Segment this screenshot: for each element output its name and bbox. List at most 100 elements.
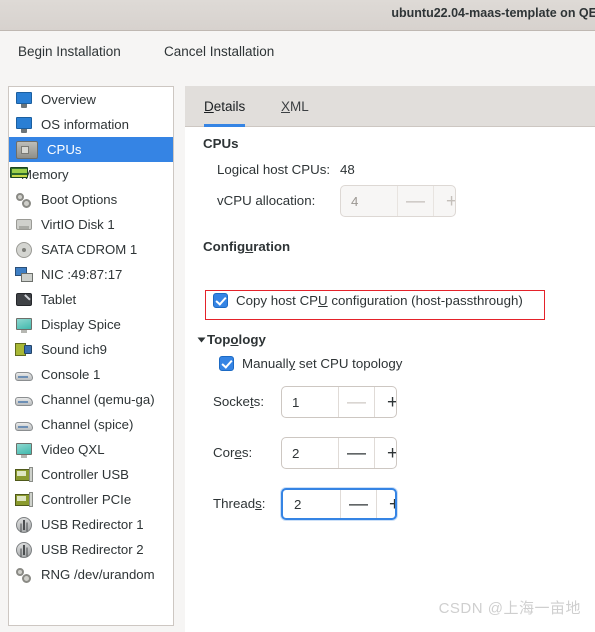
label-post: s: bbox=[253, 394, 265, 409]
sidebar-item-rng-dev-urandom[interactable]: RNG /dev/urandom bbox=[9, 562, 173, 587]
configuration-title-mnemonic: u bbox=[245, 239, 254, 254]
sidebar-item-sata-cdrom-1[interactable]: SATA CDROM 1 bbox=[9, 237, 173, 262]
sidebar-item-memory[interactable]: Memory bbox=[9, 162, 173, 187]
topology-row-label: Sockets: bbox=[213, 394, 264, 409]
topology-title-mnemonic: o bbox=[230, 332, 239, 347]
topology-decrement-button[interactable]: — bbox=[338, 438, 374, 468]
console-icon bbox=[14, 415, 34, 435]
sidebar-item-label: Video QXL bbox=[41, 442, 105, 457]
topology-stepper[interactable]: 1— + bbox=[281, 386, 397, 418]
sidebar-item-label: USB Redirector 1 bbox=[41, 517, 144, 532]
label-pre: Cor bbox=[213, 445, 235, 460]
sidebar-item-label: VirtIO Disk 1 bbox=[41, 217, 115, 232]
begin-installation-button[interactable]: Begin Installation bbox=[18, 44, 121, 59]
hard-disk-icon bbox=[14, 215, 34, 235]
sidebar-item-boot-options[interactable]: Boot Options bbox=[9, 187, 173, 212]
label-pre: Thread bbox=[213, 496, 256, 511]
cdrom-icon bbox=[14, 240, 34, 260]
hardware-sidebar[interactable]: Overview OS information CPUs Memory Boot Opt… bbox=[8, 86, 174, 626]
cpus-form: CPUs Logical host CPUs: 48 vCPU allocati… bbox=[185, 127, 595, 632]
copy-host-cpu-label-mnemonic: U bbox=[318, 293, 328, 308]
topology-value[interactable]: 2 bbox=[282, 438, 338, 468]
network-card-icon bbox=[14, 265, 34, 285]
configuration-title-post: ration bbox=[253, 239, 291, 254]
manual-topology-checkbox[interactable] bbox=[219, 356, 234, 371]
label-mnemonic: e bbox=[234, 445, 242, 460]
label-pre: Socke bbox=[213, 394, 250, 409]
topology-increment-button[interactable]: + bbox=[374, 387, 396, 417]
topology-increment-button[interactable]: + bbox=[376, 490, 395, 518]
card-bracket bbox=[29, 466, 33, 482]
sidebar-item-controller-pcie[interactable]: Controller PCIe bbox=[9, 487, 173, 512]
copy-host-cpu-checkbox[interactable] bbox=[213, 293, 228, 308]
topology-value[interactable]: 2 bbox=[283, 490, 340, 518]
usb-redirector-icon bbox=[14, 540, 34, 560]
vcpu-allocation-label: vCPU allocation: bbox=[217, 193, 316, 208]
console-icon bbox=[14, 390, 34, 410]
tab-details[interactable]: Details bbox=[204, 86, 246, 127]
topology-stepper[interactable]: 2—+ bbox=[281, 437, 397, 469]
gears-icon bbox=[14, 190, 34, 210]
vcpu-increment-button: + bbox=[433, 186, 455, 216]
topology-disclosure[interactable]: Topology bbox=[197, 332, 266, 347]
topology-increment-button[interactable]: + bbox=[374, 438, 396, 468]
copy-host-cpu-checkbox-row[interactable]: Copy host CPU configuration (host-passth… bbox=[213, 293, 523, 308]
topology-decrement-button: — bbox=[338, 387, 374, 417]
manual-topology-label-pre: Manuall bbox=[242, 356, 289, 371]
topology-value[interactable]: 1 bbox=[282, 387, 338, 417]
topology-stepper[interactable]: 2—+ bbox=[281, 488, 397, 520]
label-post: s: bbox=[241, 445, 253, 460]
gears-icon bbox=[14, 565, 34, 585]
sidebar-item-label: Sound ich9 bbox=[41, 342, 107, 357]
sidebar-item-label: Tablet bbox=[41, 292, 77, 307]
controller-card-icon bbox=[14, 465, 34, 485]
topology-title: Topology bbox=[207, 332, 266, 347]
logical-host-cpus-value: 48 bbox=[340, 162, 355, 177]
sidebar-item-usb-redirector-1[interactable]: USB Redirector 1 bbox=[9, 512, 173, 537]
sidebar-item-tablet[interactable]: Tablet bbox=[9, 287, 173, 312]
sidebar-item-channel-qemu-ga[interactable]: Channel (qemu-ga) bbox=[9, 387, 173, 412]
sidebar-item-channel-spice[interactable]: Channel (spice) bbox=[9, 412, 173, 437]
sidebar-item-os-information[interactable]: OS information bbox=[9, 112, 173, 137]
toolbar: Begin Installation Cancel Installation bbox=[0, 31, 595, 79]
vcpu-allocation-stepper: 4 — + bbox=[340, 185, 456, 217]
usb-redirector-icon bbox=[14, 515, 34, 535]
tab-details-label: etails bbox=[213, 99, 246, 114]
sidebar-item-label: USB Redirector 2 bbox=[41, 542, 144, 557]
sidebar-item-label: Controller USB bbox=[41, 467, 129, 482]
sidebar-item-usb-redirector-2[interactable]: USB Redirector 2 bbox=[9, 537, 173, 562]
topology-decrement-button[interactable]: — bbox=[340, 490, 376, 518]
sound-card-icon bbox=[14, 340, 34, 360]
copy-host-cpu-label-pre: Copy host CP bbox=[236, 293, 319, 308]
display-icon bbox=[14, 440, 34, 460]
sidebar-item-label: NIC :49:87:17 bbox=[41, 267, 123, 282]
copy-host-cpu-label: Copy host CPU configuration (host-passth… bbox=[236, 293, 523, 308]
sidebar-item-overview[interactable]: Overview bbox=[9, 87, 173, 112]
sidebar-item-video-qxl[interactable]: Video QXL bbox=[9, 437, 173, 462]
sidebar-item-sound-ich9[interactable]: Sound ich9 bbox=[9, 337, 173, 362]
tab-strip: Details X ML bbox=[185, 86, 595, 127]
manual-topology-checkbox-row[interactable]: Manually set CPU topology bbox=[219, 356, 402, 371]
sidebar-item-label: Channel (spice) bbox=[41, 417, 134, 432]
virt-manager-window: ubuntu22.04-maas-template on QE Begin In… bbox=[0, 0, 595, 632]
sidebar-item-virtio-disk-1[interactable]: VirtIO Disk 1 bbox=[9, 212, 173, 237]
sidebar-item-controller-usb[interactable]: Controller USB bbox=[9, 462, 173, 487]
manual-topology-label: Manually set CPU topology bbox=[242, 356, 402, 371]
sidebar-item-label: Console 1 bbox=[41, 367, 101, 382]
sidebar-item-nic-49-87-17[interactable]: NIC :49:87:17 bbox=[9, 262, 173, 287]
tab-xml[interactable]: X ML bbox=[281, 86, 309, 127]
manual-topology-label-post: set CPU topology bbox=[295, 356, 403, 371]
tab-details-mnemonic: D bbox=[204, 99, 214, 114]
cancel-installation-button[interactable]: Cancel Installation bbox=[164, 44, 274, 59]
sidebar-item-console-1[interactable]: Console 1 bbox=[9, 362, 173, 387]
card-bracket bbox=[29, 491, 33, 507]
chevron-down-icon bbox=[197, 337, 206, 342]
window-titlebar: ubuntu22.04-maas-template on QE bbox=[0, 0, 595, 31]
topology-row-label: Cores: bbox=[213, 445, 252, 460]
configuration-title-pre: Config bbox=[203, 239, 246, 254]
sidebar-item-cpus[interactable]: CPUs bbox=[9, 137, 173, 162]
tablet-icon bbox=[14, 290, 34, 310]
copy-host-cpu-label-post: configuration (host-passthrough) bbox=[327, 293, 523, 308]
memory-stick-icon bbox=[10, 167, 28, 178]
sidebar-item-display-spice[interactable]: Display Spice bbox=[9, 312, 173, 337]
